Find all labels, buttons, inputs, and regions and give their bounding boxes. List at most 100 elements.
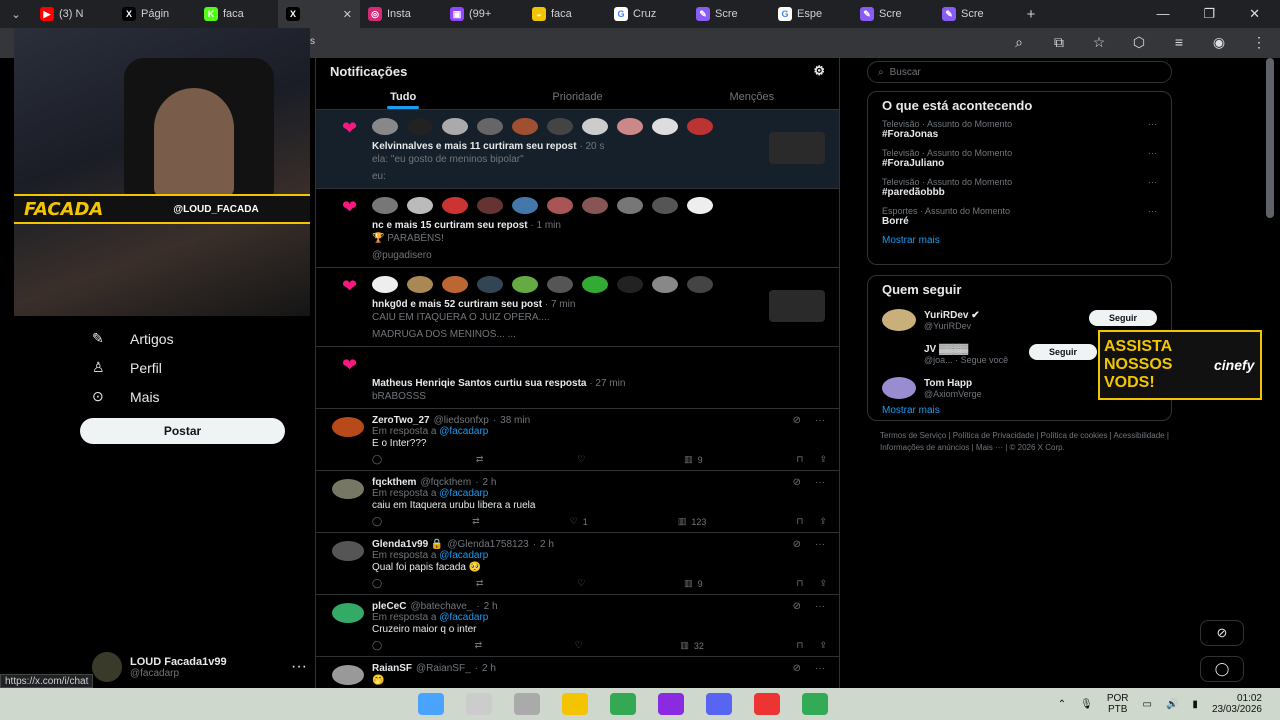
avatar[interactable] — [332, 417, 364, 437]
account-switcher[interactable]: LOUD Facada1v99 @facadarp ··· — [92, 652, 307, 682]
menu-icon[interactable]: ⋮ — [1250, 34, 1268, 51]
avatar[interactable] — [617, 197, 643, 214]
avatar[interactable] — [512, 276, 538, 293]
reply-to-handle[interactable]: @facadarp — [439, 612, 488, 623]
author-name[interactable]: Glenda1v99 🔒 — [372, 539, 443, 550]
more-dots-icon[interactable]: ··· — [291, 658, 307, 676]
avatar[interactable] — [582, 118, 608, 135]
trend-item[interactable]: Televisão · Assunto do Momento #ForaJulia… — [882, 148, 1157, 169]
avatar[interactable] — [652, 118, 678, 135]
follow-button[interactable]: Seguir — [1089, 310, 1157, 326]
views-button[interactable]: ▥ 9 — [684, 454, 703, 465]
taskbar-app-icon[interactable] — [466, 693, 492, 715]
grok-icon[interactable]: ⊘ — [793, 477, 801, 488]
avatar[interactable] — [512, 197, 538, 214]
sidebar-item-mais[interactable]: ⊙ Mais — [92, 382, 174, 411]
avatar[interactable] — [442, 197, 468, 214]
like-button[interactable]: ♡ 1 — [570, 516, 588, 527]
share-icon[interactable]: ⇪ — [819, 454, 827, 465]
notification-item[interactable]: ❤ hnkg0d e mais 52 curtiram seu post · 7 … — [316, 268, 839, 347]
browser-tab[interactable]: X ✕ — [278, 0, 360, 28]
address-bar[interactable]: s — [310, 36, 315, 47]
avatar[interactable] — [332, 603, 364, 623]
more-dots-icon[interactable]: ··· — [1148, 119, 1157, 129]
more-dots-icon[interactable]: ··· — [815, 477, 825, 488]
avatar[interactable] — [372, 276, 398, 293]
notification-item[interactable]: ❤ Kelvinnalves e mais 11 curtiram seu rep… — [316, 110, 839, 189]
reply-post[interactable]: pleCeC @batechave_ · 2 h Em resposta a @faca… — [316, 595, 839, 657]
grok-icon[interactable]: ⊘ — [793, 415, 801, 426]
tab-tudo[interactable]: Tudo — [316, 84, 490, 109]
tab-mencoes[interactable]: Menções — [665, 84, 839, 109]
grok-button[interactable]: ⊘ — [1200, 620, 1244, 646]
reply-icon[interactable]: ◯ — [372, 578, 382, 589]
avatar[interactable] — [332, 665, 364, 685]
grok-icon[interactable]: ⊘ — [793, 539, 801, 550]
author-name[interactable]: fqckthem — [372, 477, 416, 488]
reply-icon[interactable]: ◯ — [372, 516, 382, 527]
browser-tab[interactable]: ▣ (99+ — [442, 0, 524, 28]
media-thumbnail[interactable] — [769, 132, 825, 164]
avatar[interactable] — [407, 276, 433, 293]
bookmark-icon[interactable]: ⊓ — [796, 640, 803, 651]
browser-tab[interactable]: G Espe — [770, 0, 852, 28]
display-icon[interactable]: ▭ — [1143, 699, 1152, 710]
author-name[interactable]: ZeroTwo_27 — [372, 415, 430, 426]
avatar[interactable] — [512, 118, 538, 135]
repost-icon[interactable]: ⇄ — [476, 454, 484, 465]
browser-tab[interactable]: ✎ Scre — [688, 0, 770, 28]
browser-tab[interactable]: X Págin — [114, 0, 196, 28]
chevron-up-icon[interactable]: ⌃ — [1058, 699, 1066, 710]
avatar[interactable] — [882, 343, 916, 365]
views-button[interactable]: ▥ 9 — [684, 578, 703, 589]
grok-icon[interactable]: ⊘ — [793, 601, 801, 612]
browser-tab[interactable]: ◎ Insta — [360, 0, 442, 28]
avatar[interactable] — [407, 197, 433, 214]
avatar[interactable] — [372, 118, 398, 135]
avatar[interactable] — [687, 197, 713, 214]
reply-post[interactable]: RaianSF@RaianSF_·2 h🤭⊘···LOUD Facada1v99… — [316, 657, 839, 688]
new-tab-button[interactable]: + — [1016, 0, 1046, 28]
like-button[interactable]: ♡ — [577, 454, 590, 465]
close-window-icon[interactable]: ✕ — [1249, 6, 1260, 22]
trend-item[interactable]: Televisão · Assunto do Momento #paredãobb… — [882, 177, 1157, 198]
avatar[interactable] — [477, 276, 503, 293]
sidebar-item-perfil[interactable]: ♙ Perfil — [92, 353, 174, 382]
more-dots-icon[interactable]: ··· — [1148, 148, 1157, 158]
restore-icon[interactable]: ❐ — [1203, 6, 1215, 22]
repost-icon[interactable]: ⇄ — [476, 578, 484, 589]
reply-to-handle[interactable]: @facadarp — [439, 426, 488, 437]
share-icon[interactable]: ⇪ — [819, 640, 827, 651]
avatar[interactable] — [477, 197, 503, 214]
avatar[interactable] — [407, 118, 433, 135]
avatar[interactable] — [582, 276, 608, 293]
avatar[interactable] — [652, 276, 678, 293]
avatar[interactable] — [687, 276, 713, 293]
more-dots-icon[interactable]: ··· — [815, 663, 825, 674]
taskbar-app-icon[interactable] — [610, 693, 636, 715]
repost-icon[interactable]: ⇄ — [472, 516, 480, 527]
bookmark-icon[interactable]: ⊓ — [796, 454, 803, 465]
reply-post[interactable]: Glenda1v99 🔒 @Glenda1758123 · 2 h Em respost… — [316, 533, 839, 595]
avatar[interactable] — [617, 118, 643, 135]
avatar[interactable] — [477, 118, 503, 135]
tab-prioridade[interactable]: Prioridade — [490, 84, 664, 109]
media-thumbnail[interactable] — [769, 290, 825, 322]
browser-tab[interactable]: Kfaca — [196, 0, 278, 28]
show-more-link[interactable]: Mostrar mais — [882, 405, 1157, 416]
mic-icon[interactable]: 🎙 — [1080, 699, 1093, 710]
follow-button[interactable]: Seguir — [1029, 344, 1097, 360]
settings-gear-icon[interactable]: ⚙ — [813, 63, 825, 79]
zoom-icon[interactable]: ⌕ — [1010, 34, 1028, 51]
share-icon[interactable]: ⇪ — [819, 578, 827, 589]
reply-icon[interactable]: ◯ — [372, 454, 382, 465]
show-more-link[interactable]: Mostrar mais — [882, 235, 1157, 246]
avatar[interactable] — [372, 355, 398, 372]
like-button[interactable]: ♡ — [575, 640, 588, 651]
more-dots-icon[interactable]: ··· — [815, 601, 825, 612]
reply-post[interactable]: fqckthem @fqckthem · 2 h Em resposta a @faca… — [316, 471, 839, 533]
browser-tab[interactable]: G Cruz — [606, 0, 688, 28]
share-icon[interactable]: ⇪ — [819, 516, 827, 527]
search-input[interactable]: ⌕ Buscar — [867, 61, 1172, 83]
browser-tab[interactable]: ✎ Scre — [852, 0, 934, 28]
